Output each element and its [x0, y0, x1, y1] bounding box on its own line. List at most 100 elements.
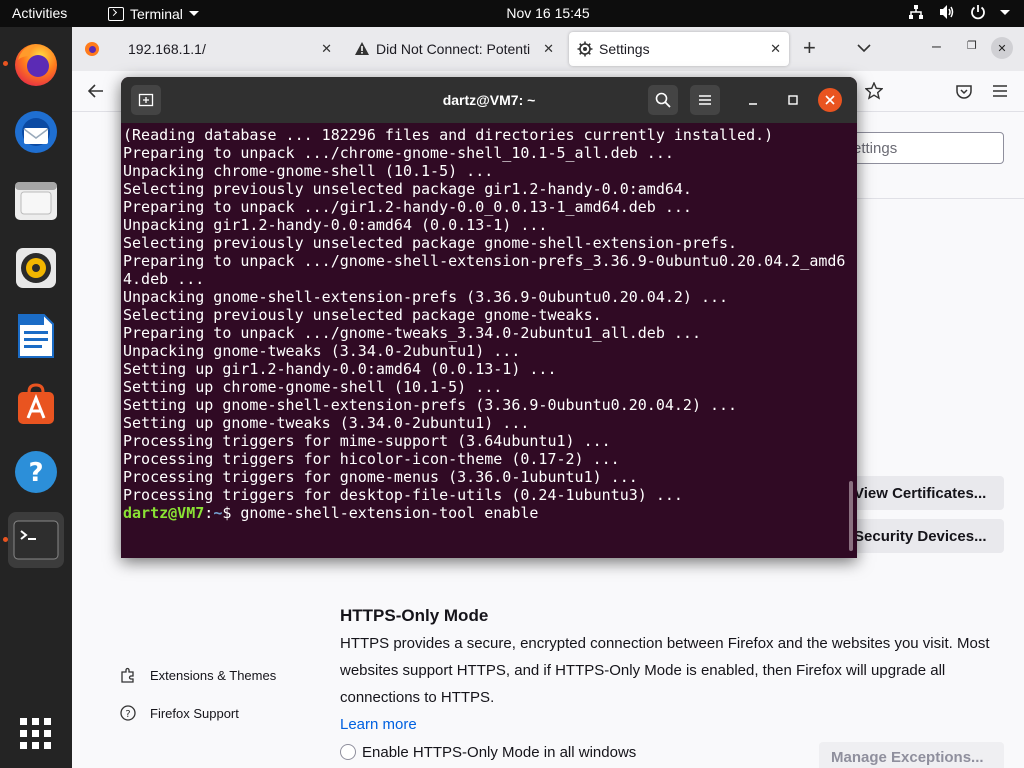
maximize-button[interactable]	[778, 85, 808, 115]
close-icon[interactable]: ✕	[770, 41, 781, 57]
prompt-separator: :	[204, 504, 214, 522]
svg-text:?: ?	[125, 709, 130, 720]
dock-item-help[interactable]: ?	[8, 444, 64, 500]
prompt-user: dartz@VM7	[123, 504, 205, 522]
output-line: Unpacking gir1.2-handy-0.0:amd64 (0.0.13…	[123, 216, 548, 234]
warning-icon	[355, 42, 369, 55]
output-line: Preparing to unpack .../chrome-gnome-she…	[123, 144, 674, 162]
menu-button[interactable]	[690, 85, 720, 115]
divider	[842, 198, 1024, 199]
svg-text:?: ?	[28, 458, 43, 488]
document-icon	[18, 314, 54, 358]
new-tab-button[interactable]: +	[803, 35, 816, 61]
command-text: gnome-shell-extension-tool enable	[240, 504, 539, 522]
output-line: Unpacking chrome-gnome-shell (10.1-5) ..…	[123, 162, 494, 180]
close-icon[interactable]: ✕	[321, 41, 332, 57]
firefox-icon	[85, 42, 99, 56]
show-applications-button[interactable]	[18, 716, 54, 757]
settings-search-input[interactable]: ettings	[842, 132, 1004, 164]
top-bar: Activities Terminal Nov 16 15:45	[0, 0, 1024, 27]
terminal-output[interactable]: (Reading database ... 182296 files and d…	[123, 126, 847, 522]
thunderbird-icon	[15, 111, 57, 153]
search-button[interactable]	[648, 85, 678, 115]
bookmark-star-icon[interactable]	[865, 82, 883, 100]
dock: ?	[0, 27, 72, 768]
dock-item-rhythmbox[interactable]	[8, 240, 64, 296]
output-line: Setting up chrome-gnome-shell (10.1-5) .…	[123, 378, 503, 396]
terminal-window[interactable]: dartz@VM7: ~ (Reading database ... 18229…	[121, 77, 857, 558]
help-icon: ?	[15, 451, 57, 493]
output-line: Setting up gir1.2-handy-0.0:amd64 (0.0.1…	[123, 360, 557, 378]
terminal-icon	[13, 520, 59, 560]
tab-settings[interactable]: Settings ✕	[569, 32, 789, 66]
button-label: View Certificates...	[854, 484, 987, 502]
view-certificates-button[interactable]: View Certificates...	[842, 476, 1004, 510]
chevron-down-icon[interactable]	[857, 43, 871, 53]
tab-label: Settings	[599, 41, 650, 57]
system-tray[interactable]	[908, 4, 1010, 20]
hamburger-menu-icon[interactable]	[992, 84, 1008, 98]
dock-item-terminal[interactable]	[3, 512, 64, 568]
output-line: (Reading database ... 182296 files and d…	[123, 126, 774, 144]
gear-icon	[577, 41, 593, 57]
learn-more-link[interactable]: Learn more	[340, 716, 417, 733]
tab-router[interactable]: 192.168.1.1/ ✕	[112, 32, 340, 66]
close-icon	[825, 95, 835, 105]
security-devices-button[interactable]: Security Devices...	[842, 519, 1004, 553]
https-all-windows-label: Enable HTTPS-Only Mode in all windows	[362, 744, 637, 761]
output-line: Selecting previously unselected package …	[123, 234, 738, 252]
output-line: Setting up gnome-tweaks (3.34.0-2ubuntu1…	[123, 414, 530, 432]
maximize-icon	[788, 95, 798, 105]
close-window-button[interactable]: ✕	[991, 37, 1013, 59]
output-line: Processing triggers for mime-support (3.…	[123, 432, 611, 450]
running-indicator	[3, 537, 8, 542]
https-description-line: connections to HTTPS.	[340, 689, 495, 706]
tab-label: 192.168.1.1/	[128, 41, 206, 57]
clock[interactable]: Nov 16 15:45	[0, 5, 1024, 21]
close-icon[interactable]: ✕	[543, 41, 554, 57]
output-line: Selecting previously unselected package …	[123, 180, 692, 198]
pocket-icon[interactable]	[956, 83, 972, 99]
minimize-button[interactable]: –	[932, 38, 941, 56]
app-grid-icon	[20, 718, 51, 749]
output-line: Processing triggers for desktop-file-uti…	[123, 486, 683, 504]
command-prompt-line[interactable]: dartz@VM7:~$ gnome-shell-extension-tool …	[123, 504, 847, 522]
close-button[interactable]	[818, 88, 842, 112]
output-line: Preparing to unpack .../gir1.2-handy-0.0…	[123, 198, 692, 216]
terminal-header-bar[interactable]: dartz@VM7: ~	[121, 77, 857, 123]
firefox-view-button[interactable]	[84, 41, 100, 62]
dock-item-ubuntu-software[interactable]	[8, 376, 64, 432]
https-all-windows-radio[interactable]	[340, 744, 356, 760]
folder-icon	[15, 182, 57, 220]
maximize-button[interactable]: ❐	[967, 39, 977, 52]
software-bag-icon	[18, 383, 54, 424]
power-icon	[971, 5, 985, 20]
firefox-support-link[interactable]: Firefox Support	[150, 706, 239, 721]
minimize-button[interactable]	[738, 85, 768, 115]
prompt-symbol: $	[222, 504, 241, 522]
manage-exceptions-button[interactable]: Manage Exceptions...	[819, 742, 1004, 768]
tab-did-not-connect[interactable]: Did Not Connect: Potenti ✕	[346, 32, 562, 66]
minimize-icon	[749, 103, 757, 105]
button-label: Manage Exceptions...	[831, 748, 984, 766]
search-icon	[655, 92, 671, 108]
output-line: Unpacking gnome-shell-extension-prefs (3…	[123, 288, 729, 306]
dock-item-firefox[interactable]	[3, 36, 64, 92]
prompt-path: ~	[213, 504, 223, 522]
search-placeholder: ettings	[853, 140, 898, 157]
output-line: Preparing to unpack .../gnome-shell-exte…	[123, 252, 846, 270]
dock-item-writer[interactable]	[8, 308, 64, 364]
puzzle-piece-icon	[121, 667, 134, 683]
tab-label: Did Not Connect: Potenti	[376, 41, 531, 57]
https-description-line: HTTPS provides a secure, encrypted conne…	[340, 635, 990, 652]
dock-item-thunderbird[interactable]	[8, 104, 64, 160]
dock-item-files[interactable]	[8, 172, 64, 228]
chevron-down-icon	[1000, 9, 1010, 15]
firefox-icon	[15, 44, 57, 86]
https-only-heading: HTTPS-Only Mode	[340, 606, 489, 625]
terminal-scrollbar[interactable]	[849, 481, 853, 551]
output-line: 4.deb ...	[123, 270, 205, 288]
extensions-themes-link[interactable]: Extensions & Themes	[150, 668, 276, 683]
network-icon	[909, 5, 923, 19]
back-arrow-icon[interactable]	[88, 84, 104, 98]
